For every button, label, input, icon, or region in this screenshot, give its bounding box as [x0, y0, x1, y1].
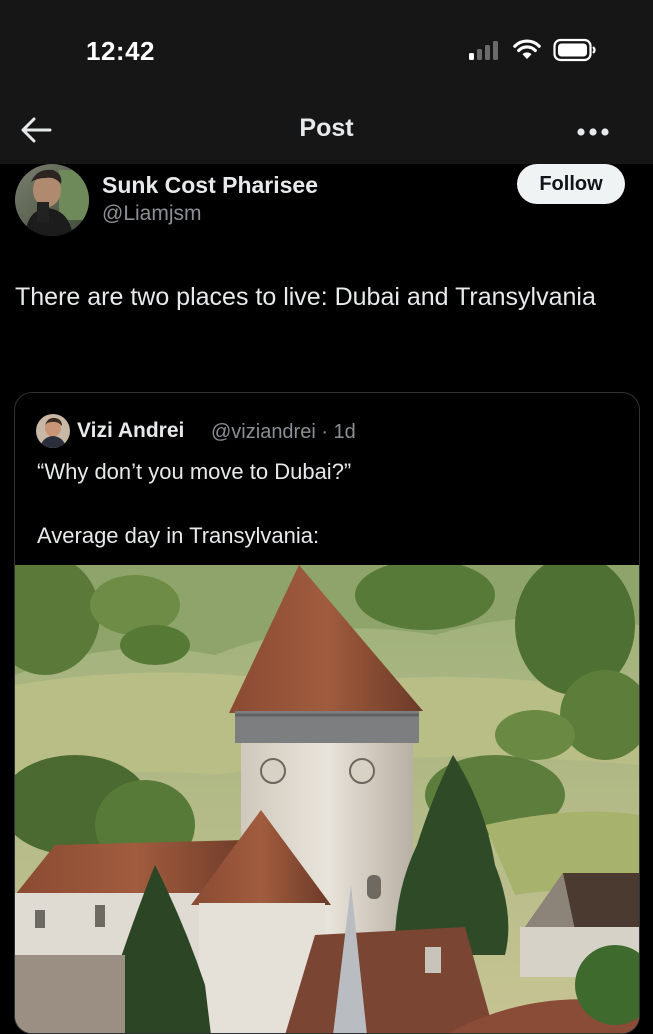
page-title: Post: [299, 114, 354, 142]
quoted-author-meta: @viziandrei · 1d: [211, 421, 356, 443]
wifi-icon: [513, 39, 541, 59]
quoted-post[interactable]: Vizi Andrei @viziandrei · 1d “Why don’t …: [14, 392, 640, 1034]
status-time: 12:42: [86, 36, 155, 66]
post-text: There are two places to live: Dubai and …: [15, 283, 596, 311]
quoted-post-photo[interactable]: [15, 555, 639, 1033]
quoted-author-avatar[interactable]: [36, 414, 70, 448]
post-author-row: Sunk Cost Pharisee @Liamjsm Follow: [0, 164, 653, 244]
follow-button[interactable]: Follow: [517, 164, 625, 204]
nav-bar: Post: [0, 100, 653, 164]
author-name[interactable]: Sunk Cost Pharisee: [102, 172, 318, 199]
quoted-author-name[interactable]: Vizi Andrei: [77, 419, 184, 443]
more-icon: [577, 128, 609, 136]
author-avatar[interactable]: [15, 164, 89, 236]
more-button[interactable]: [573, 112, 613, 152]
quoted-text-line-2: Average day in Transylvania:: [37, 523, 320, 548]
battery-icon: [553, 38, 596, 62]
system-icons: [469, 38, 597, 62]
status-bar: 12:42: [0, 0, 653, 100]
author-handle[interactable]: @Liamjsm: [102, 202, 202, 226]
signal-icon: [469, 41, 498, 60]
quoted-text-line-1: “Why don’t you move to Dubai?”: [37, 459, 352, 484]
